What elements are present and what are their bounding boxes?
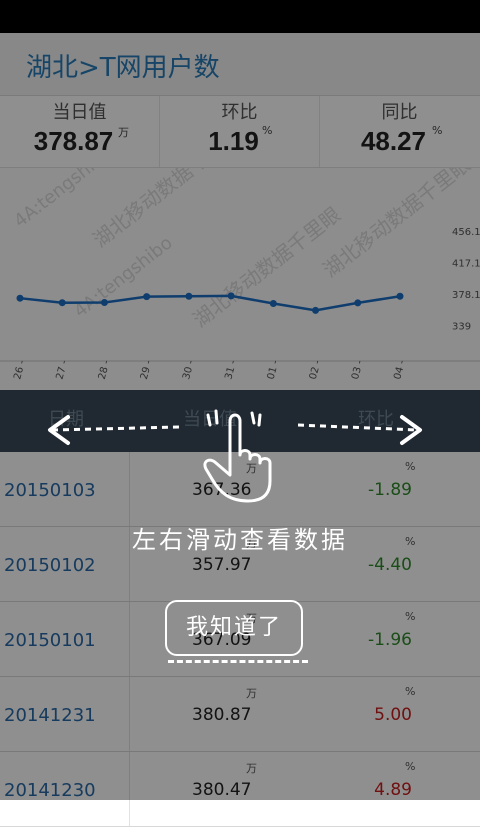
swipe-hand-icon [48, 409, 422, 503]
button-underline [168, 650, 308, 663]
got-it-button[interactable]: 我知道了 [165, 600, 303, 656]
swipe-hint-text: 左右滑动查看数据 [132, 526, 348, 554]
